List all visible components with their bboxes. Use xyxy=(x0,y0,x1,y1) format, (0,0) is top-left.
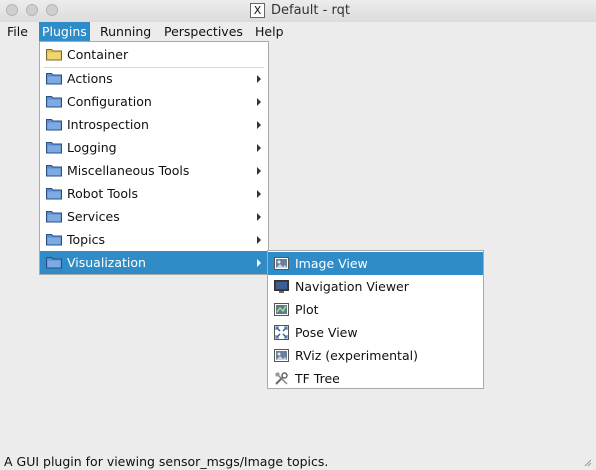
chevron-right-icon xyxy=(257,236,261,244)
menu-item-miscellaneous-tools[interactable]: Miscellaneous Tools xyxy=(40,159,268,182)
chevron-right-icon xyxy=(257,167,261,175)
menu-item-navigation-viewer[interactable]: Navigation Viewer xyxy=(268,275,483,298)
folder-icon xyxy=(46,211,62,223)
folder-icon xyxy=(46,73,62,85)
menu-item-introspection[interactable]: Introspection xyxy=(40,113,268,136)
menu-item-plot[interactable]: Plot xyxy=(268,298,483,321)
minimize-window-button[interactable] xyxy=(26,4,38,16)
chevron-right-icon xyxy=(257,213,261,221)
folder-icon xyxy=(46,142,62,154)
plugins-menu: Container Actions Configuration Introspe… xyxy=(39,41,269,275)
menu-item-topics[interactable]: Topics xyxy=(40,228,268,251)
chevron-right-icon xyxy=(257,121,261,129)
pose-view-icon xyxy=(274,325,289,340)
maximize-window-button[interactable] xyxy=(46,4,58,16)
chevron-right-icon xyxy=(257,75,261,83)
folder-icon xyxy=(46,165,62,177)
menu-perspectives[interactable]: Perspectives xyxy=(161,22,246,41)
menu-bar: File Plugins Running Perspectives Help xyxy=(0,22,596,41)
tools-icon xyxy=(275,372,288,385)
menu-running[interactable]: Running xyxy=(97,22,154,41)
folder-icon xyxy=(46,119,62,131)
title-bar: X Default - rqt xyxy=(0,0,596,23)
rviz-icon xyxy=(274,349,289,362)
menu-item-robot-tools[interactable]: Robot Tools xyxy=(40,182,268,205)
menu-item-container[interactable]: Container xyxy=(40,43,268,66)
menu-item-rviz[interactable]: RViz (experimental) xyxy=(268,344,483,367)
image-view-icon xyxy=(274,257,289,270)
folder-icon xyxy=(46,257,62,269)
visualization-submenu: Image View Navigation Viewer Plot Pose V… xyxy=(267,250,484,389)
folder-icon xyxy=(46,188,62,200)
chevron-right-icon xyxy=(257,98,261,106)
x11-icon: X xyxy=(250,3,265,18)
folder-icon xyxy=(46,234,62,246)
chevron-right-icon xyxy=(257,144,261,152)
window-title: Default - rqt xyxy=(271,3,350,18)
resize-grip-icon[interactable] xyxy=(582,457,592,467)
menu-item-actions[interactable]: Actions xyxy=(40,67,268,90)
folder-icon xyxy=(46,96,62,108)
menu-item-pose-view[interactable]: Pose View xyxy=(268,321,483,344)
menu-item-configuration[interactable]: Configuration xyxy=(40,90,268,113)
menu-item-logging[interactable]: Logging xyxy=(40,136,268,159)
status-bar-text: A GUI plugin for viewing sensor_msgs/Ima… xyxy=(4,454,329,469)
plot-icon xyxy=(274,303,289,316)
menu-item-services[interactable]: Services xyxy=(40,205,268,228)
menu-help[interactable]: Help xyxy=(252,22,287,41)
menu-item-visualization[interactable]: Visualization xyxy=(40,251,268,274)
folder-icon xyxy=(46,49,62,61)
menu-item-image-view[interactable]: Image View xyxy=(268,252,483,275)
monitor-icon xyxy=(274,280,289,293)
chevron-right-icon xyxy=(257,190,261,198)
menu-plugins[interactable]: Plugins xyxy=(39,22,90,41)
close-window-button[interactable] xyxy=(6,4,18,16)
chevron-right-icon xyxy=(257,259,261,267)
menu-file[interactable]: File xyxy=(4,22,31,41)
menu-item-tf-tree[interactable]: TF Tree xyxy=(268,367,483,390)
